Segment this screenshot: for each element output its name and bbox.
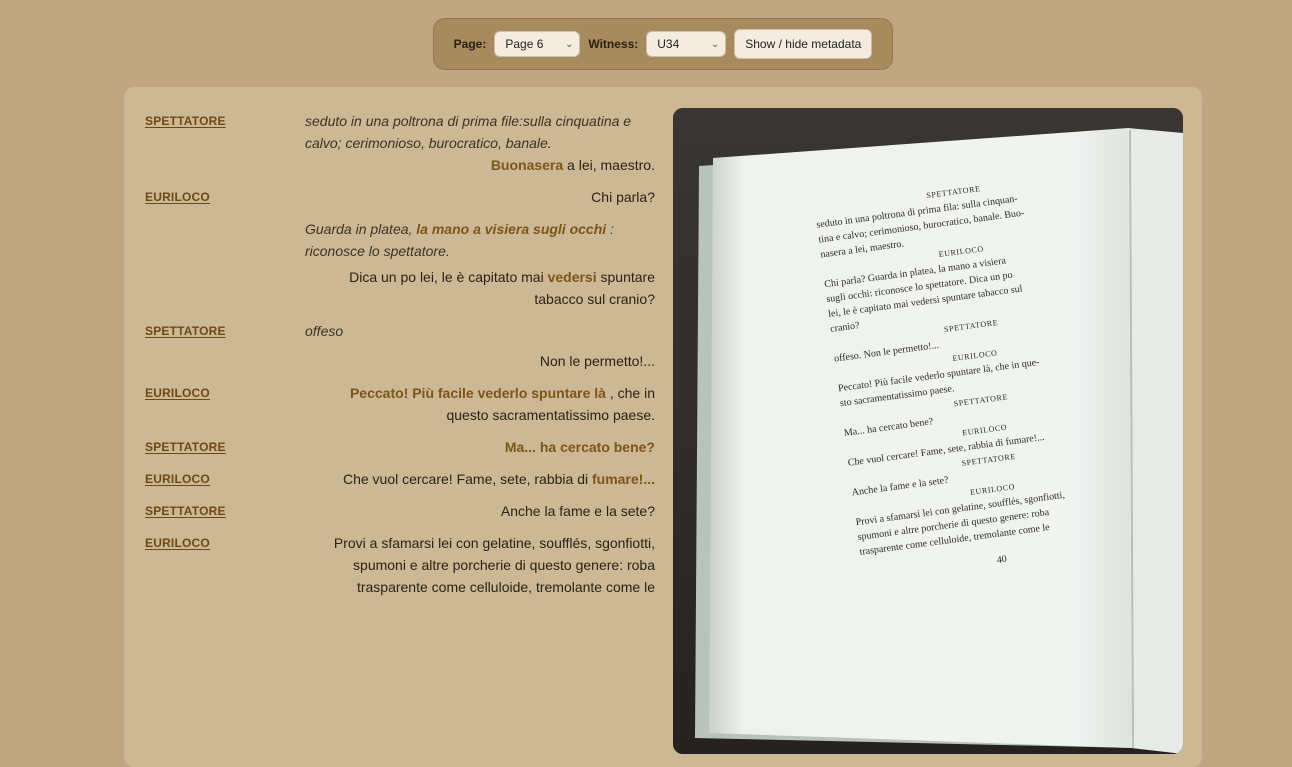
speech-row: SPETTATORE Anche la fame e la sete?: [145, 500, 655, 522]
stage-text: Guarda in platea,: [305, 221, 417, 237]
speech-line: Che vuol cercare! Fame, sete, rabbia di …: [305, 468, 655, 490]
speech-line: Provi a sfamarsi lei con gelatine, souff…: [333, 535, 655, 595]
speaker-link[interactable]: SPETTATORE: [145, 320, 255, 342]
witness-select[interactable]: U34 ⌄: [646, 31, 727, 57]
speech-row: SPETTATORE offeso Non le permetto!...: [145, 320, 655, 372]
book-photo: SPETTATOREseduto in una poltrona di prim…: [673, 108, 1183, 754]
speech-line: Buonasera a lei, maestro.: [305, 154, 655, 176]
speech-content: Ma... ha cercato bene?: [305, 436, 655, 458]
speech-line: Ma... ha cercato bene?: [305, 436, 655, 458]
speech-text: a lei, maestro.: [563, 157, 655, 173]
speaker-link[interactable]: EURILOCO: [145, 532, 255, 554]
chevron-down-icon: ⌄: [710, 38, 720, 50]
speaker-link[interactable]: SPETTATORE: [145, 500, 255, 522]
speech-line: Peccato! Più facile vederlo spuntare là …: [305, 382, 655, 426]
highlighted-phrase[interactable]: Buonasera: [491, 157, 563, 173]
speaker-link[interactable]: SPETTATORE: [145, 110, 255, 132]
facing-page: [1128, 128, 1183, 754]
speech-content: Peccato! Più facile vederlo spuntare là …: [305, 382, 655, 426]
speech-content: Provi a sfamarsi lei con gelatine, souff…: [305, 532, 655, 598]
toolbar: Page: Page 6 ⌄ Witness: U34 ⌄ Show / hid…: [433, 18, 893, 70]
highlighted-phrase[interactable]: la mano a visiera sugli occhi: [416, 221, 606, 237]
witness-select-label: Witness:: [588, 37, 639, 51]
speech-content: seduto in una poltrona di prima file:sul…: [305, 110, 655, 176]
stage-direction: Guarda in platea, la mano a visiera sugl…: [305, 218, 655, 262]
speech-row: EURILOCO Chi parla? Guarda in platea, la…: [145, 186, 655, 310]
speaker-link[interactable]: EURILOCO: [145, 468, 255, 490]
speech-row: SPETTATORE seduto in una poltrona di pri…: [145, 110, 655, 176]
stage-direction: offeso: [305, 323, 344, 339]
page-select[interactable]: Page 6 ⌄: [494, 31, 581, 57]
speech-content: Anche la fame e la sete?: [305, 500, 655, 522]
speech-row: SPETTATORE Ma... ha cercato bene?: [145, 436, 655, 458]
manuscript-page-image[interactable]: SPETTATORE seduto in una poltrona di prim…: [673, 108, 1183, 754]
speech-line: Chi parla?: [591, 189, 655, 205]
speech-content: offeso Non le permetto!...: [305, 320, 655, 372]
speaker-link[interactable]: EURILOCO: [145, 382, 255, 404]
page-select-label: Page:: [453, 37, 487, 51]
speech-row: EURILOCO Provi a sfamarsi lei con gelati…: [145, 532, 655, 598]
speech-line: Non le permetto!...: [539, 353, 655, 369]
scan-page-number: 40: [996, 554, 1007, 566]
highlighted-phrase[interactable]: vedersi: [548, 269, 597, 285]
highlighted-phrase[interactable]: Peccato! Più facile vederlo spuntare là: [350, 385, 606, 401]
speech-text: Che vuol cercare! Fame, sete, rabbia di: [342, 471, 592, 487]
witness-select-value: U34: [657, 37, 680, 51]
stage-direction: seduto in una poltrona di prima file:sul…: [305, 113, 632, 151]
page-select-value: Page 6: [505, 37, 544, 51]
speech-line: Anche la fame e la sete?: [500, 503, 655, 519]
speech-line: Dica un po lei, le è capitato mai veders…: [305, 266, 655, 310]
metadata-toggle-button[interactable]: Show / hide metadata: [734, 29, 873, 59]
speaker-link[interactable]: EURILOCO: [145, 186, 255, 208]
speech-content: Che vuol cercare! Fame, sete, rabbia di …: [305, 468, 655, 490]
highlighted-phrase[interactable]: fumare!...: [592, 471, 655, 487]
transcription-text: SPETTATORE seduto in una poltrona di pri…: [145, 110, 655, 598]
speech-content: Chi parla? Guarda in platea, la mano a v…: [305, 186, 655, 310]
speech-text: Dica un po lei, le è capitato mai: [349, 269, 548, 285]
speaker-link[interactable]: SPETTATORE: [145, 436, 255, 458]
chevron-down-icon: ⌄: [564, 38, 574, 50]
highlighted-phrase[interactable]: Ma... ha cercato bene?: [505, 439, 655, 455]
speech-row: EURILOCO Peccato! Più facile vederlo spu…: [145, 382, 655, 426]
speech-row: EURILOCO Che vuol cercare! Fame, sete, r…: [145, 468, 655, 490]
